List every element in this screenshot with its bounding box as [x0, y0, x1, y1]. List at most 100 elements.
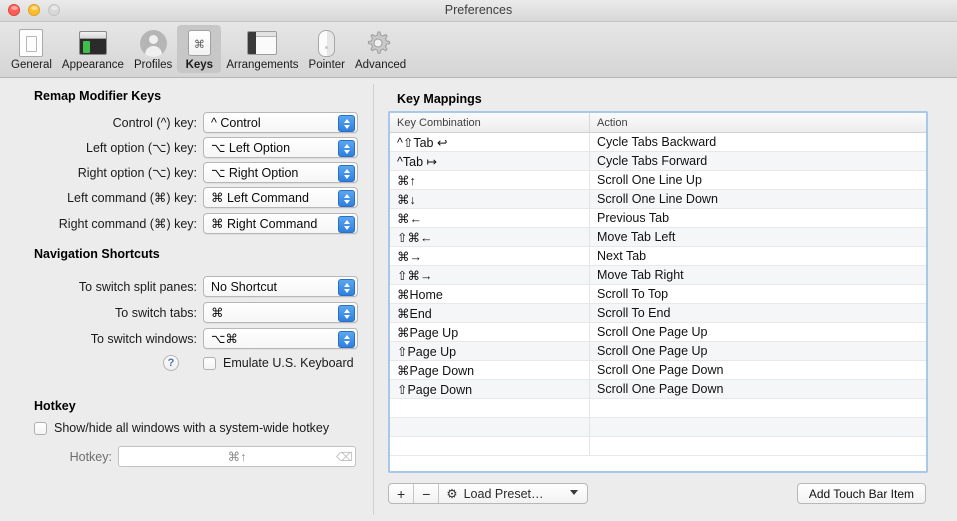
add-touch-bar-item-label: Add Touch Bar Item	[808, 486, 914, 501]
stepper-icon[interactable]	[338, 216, 355, 233]
remap-label-left-command: Left command (⌘) key:	[67, 191, 197, 205]
stepper-icon[interactable]	[338, 165, 355, 182]
nav-row-switch-windows: To switch windows: ⌥⌘	[34, 328, 364, 349]
tab-profiles[interactable]: Profiles	[129, 25, 177, 73]
stepper-icon[interactable]	[338, 305, 355, 322]
cell-key-combination: ⇧⌘←	[390, 228, 590, 246]
keys-icon: ⌘	[182, 28, 216, 58]
stepper-icon[interactable]	[338, 331, 355, 348]
emulate-keyboard-checkbox[interactable]	[203, 356, 216, 370]
stepper-icon[interactable]	[338, 140, 355, 157]
cell-action: Scroll One Line Down	[597, 192, 718, 206]
remap-value-left-command: ⌘ Left Command	[211, 191, 309, 205]
table-row[interactable]: ⌘↓ Scroll One Line Down	[390, 190, 926, 209]
add-touch-bar-item-button[interactable]: Add Touch Bar Item	[796, 483, 926, 504]
nav-select-split-panes[interactable]: No Shortcut	[203, 276, 358, 297]
table-row[interactable]: ⇧⌘← Move Tab Left	[390, 228, 926, 247]
nav-select-switch-windows[interactable]: ⌥⌘	[203, 328, 358, 349]
window-title: Preferences	[444, 3, 513, 17]
nav-row-switch-tabs: To switch tabs: ⌘	[34, 302, 364, 323]
preferences-toolbar: General Appearance Profiles ⌘ Keys Arran…	[0, 22, 957, 78]
remove-mapping-button[interactable]: −	[414, 484, 440, 503]
tab-advanced[interactable]: Advanced	[350, 25, 411, 73]
cell-key-combination: ⇧Page Down	[390, 380, 590, 398]
table-header: Key Combination Action	[390, 113, 926, 133]
appearance-icon	[76, 28, 110, 58]
table-row[interactable]: ^Tab ↦ Cycle Tabs Forward	[390, 152, 926, 171]
table-row[interactable]: ⇧Page Down Scroll One Page Down	[390, 380, 926, 399]
hotkey-input-value: ⌘↑	[227, 450, 247, 464]
clear-icon[interactable]: ⌫	[336, 451, 353, 463]
table-row[interactable]: ⌘Home Scroll To Top	[390, 285, 926, 304]
remap-value-left-option: ⌥ Left Option	[211, 141, 291, 155]
cell-key-combination: ⌘Page Up	[390, 323, 590, 341]
tab-arrangements-label: Arrangements	[226, 59, 299, 71]
tab-general[interactable]: General	[6, 25, 57, 73]
table-row[interactable]: ⌘End Scroll To End	[390, 304, 926, 323]
remap-value-right-command: ⌘ Right Command	[211, 217, 318, 231]
key-mappings-table[interactable]: Key Combination Action ^⇧Tab ↩ Cycle Tabs…	[388, 111, 928, 473]
cell-key-combination: ⌘→	[390, 247, 590, 265]
cell-action: Scroll To Top	[597, 287, 669, 301]
table-row[interactable]: ⌘← Previous Tab	[390, 209, 926, 228]
cell-action	[590, 418, 926, 436]
table-row[interactable]: ⇧⌘→ Move Tab Right	[390, 266, 926, 285]
load-preset-button[interactable]: ⚙ Load Preset…	[439, 484, 587, 503]
cell-key-combination: ⌘End	[390, 304, 590, 322]
remap-row-right-command: Right command (⌘) key: ⌘ Right Command	[34, 213, 364, 234]
remap-select-left-command[interactable]: ⌘ Left Command	[203, 187, 358, 208]
cell-action: Scroll One Page Up	[597, 344, 708, 358]
table-controls: + − ⚙ Load Preset…	[388, 483, 589, 504]
table-row[interactable]	[390, 418, 926, 437]
table-row[interactable]	[390, 437, 926, 456]
cell-action: Move Tab Left	[597, 230, 676, 244]
stepper-icon[interactable]	[338, 190, 355, 207]
keys-icon-glyph: ⌘	[187, 30, 211, 56]
cell-action: Move Tab Right	[597, 268, 684, 282]
chevron-down-icon	[570, 490, 579, 495]
cell-action: Cycle Tabs Forward	[597, 154, 708, 168]
stepper-icon[interactable]	[338, 279, 355, 296]
remap-select-right-option[interactable]: ⌥ Right Option	[203, 162, 358, 183]
cell-action	[590, 437, 926, 455]
add-mapping-button[interactable]: +	[389, 484, 415, 503]
nav-value-switch-windows: ⌥⌘	[211, 332, 238, 346]
showhide-windows-checkbox[interactable]	[34, 421, 47, 435]
table-row[interactable]: ⌘Page Up Scroll One Page Up	[390, 323, 926, 342]
emulate-keyboard-label: Emulate U.S. Keyboard	[223, 356, 354, 370]
nav-select-switch-tabs[interactable]: ⌘	[203, 302, 358, 323]
tab-appearance[interactable]: Appearance	[57, 25, 129, 73]
tab-pointer[interactable]: Pointer	[304, 25, 350, 73]
title-bar: Preferences	[0, 0, 957, 22]
cell-action: Next Tab	[597, 249, 647, 263]
table-row[interactable]: ⌘↑ Scroll One Line Up	[390, 171, 926, 190]
remap-row-left-command: Left command (⌘) key: ⌘ Left Command	[34, 187, 364, 208]
remap-label-right-option: Right option (⌥) key:	[77, 166, 197, 180]
emulate-keyboard-row: ? Emulate U.S. Keyboard	[163, 355, 354, 371]
hotkey-field-label: Hotkey:	[69, 449, 112, 464]
table-row[interactable]: ^⇧Tab ↩ Cycle Tabs Backward	[390, 133, 926, 152]
column-header-action[interactable]: Action	[590, 113, 926, 132]
cell-key-combination: ⇧Page Up	[390, 342, 590, 360]
hotkey-section-title: Hotkey	[34, 399, 76, 413]
remap-section-title: Remap Modifier Keys	[34, 89, 162, 103]
table-row[interactable]: ⇧Page Up Scroll One Page Up	[390, 342, 926, 361]
hotkey-input[interactable]: ⌘↑ ⌫	[118, 446, 356, 467]
load-preset-label: Load Preset…	[463, 486, 544, 501]
cell-action: Cycle Tabs Backward	[597, 135, 717, 149]
table-row[interactable]: ⌘Page Down Scroll One Page Down	[390, 361, 926, 380]
tab-arrangements[interactable]: Arrangements	[221, 25, 303, 73]
tab-keys[interactable]: ⌘ Keys	[177, 25, 222, 73]
remap-value-right-option: ⌥ Right Option	[211, 166, 299, 180]
stepper-icon[interactable]	[338, 115, 355, 132]
cell-key-combination: ⌘Home	[390, 285, 590, 303]
remap-label-left-option: Left option (⌥) key:	[86, 141, 197, 155]
cell-action: Scroll One Line Up	[597, 173, 702, 187]
remap-select-control[interactable]: ^ Control	[203, 112, 358, 133]
remap-select-right-command[interactable]: ⌘ Right Command	[203, 213, 358, 234]
table-row[interactable]	[390, 399, 926, 418]
help-icon[interactable]: ?	[163, 355, 179, 371]
table-row[interactable]: ⌘→ Next Tab	[390, 247, 926, 266]
column-header-key-combination[interactable]: Key Combination	[390, 113, 590, 132]
remap-select-left-option[interactable]: ⌥ Left Option	[203, 137, 358, 158]
